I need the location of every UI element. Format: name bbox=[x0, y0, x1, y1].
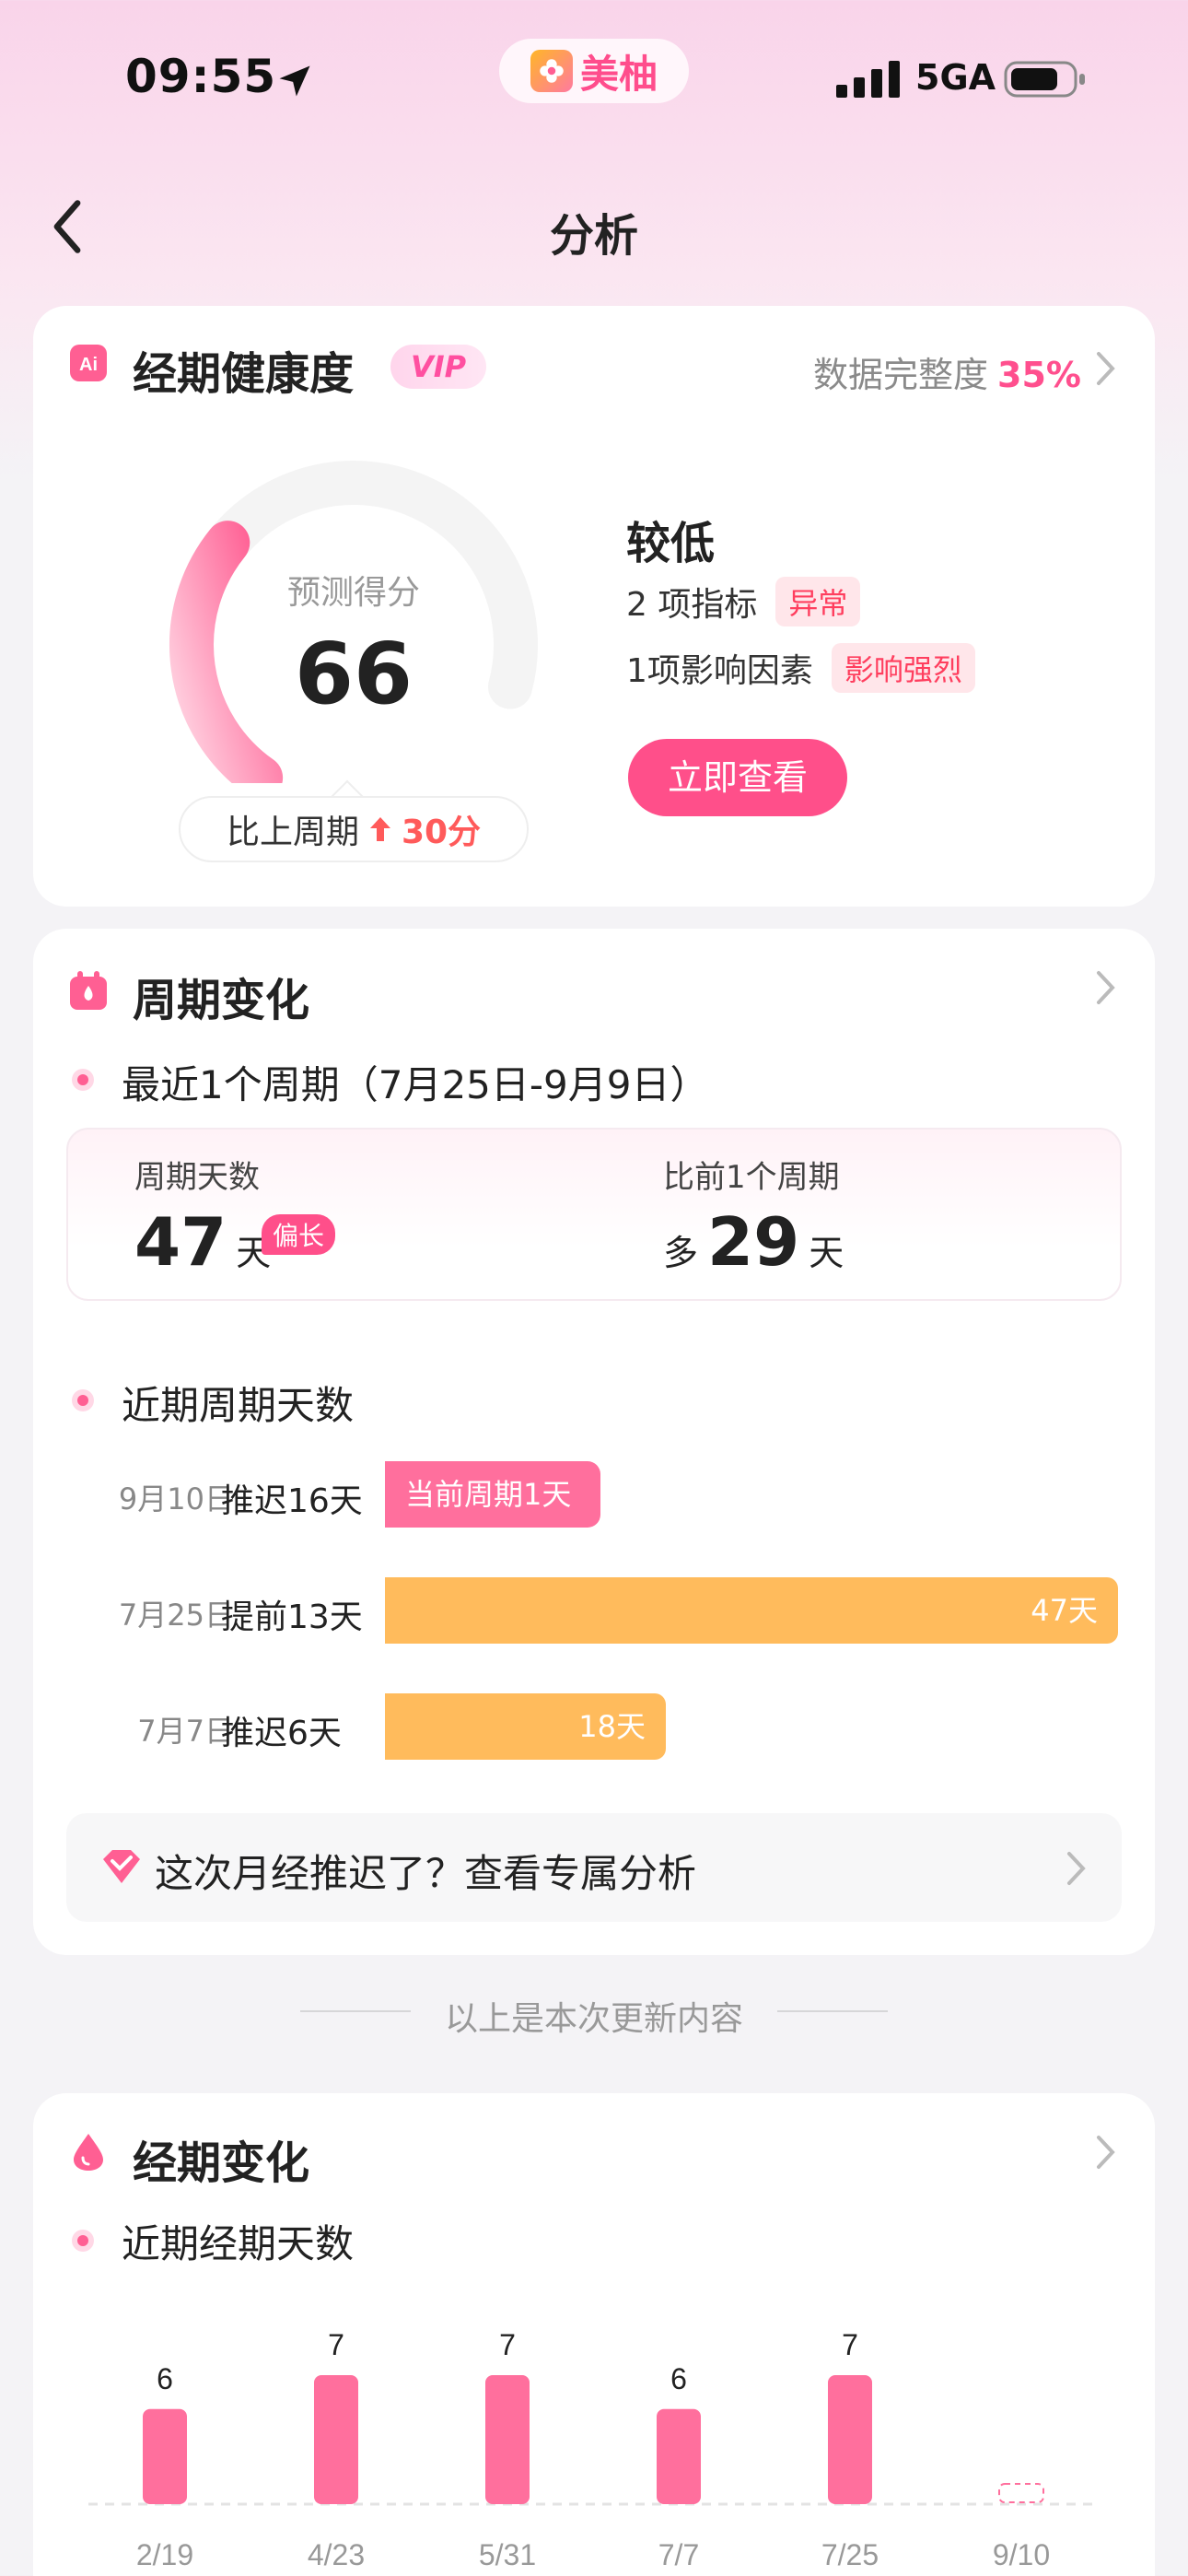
level-text: 较低 bbox=[626, 518, 716, 569]
period-x-label: 4/23 bbox=[308, 2538, 365, 2571]
compare-prefix: 多 bbox=[663, 1233, 699, 1273]
cycle-stat-box: 周期天数 47 天 偏长 比前1个周期 多 29 天 bbox=[66, 1128, 1122, 1301]
period-bar bbox=[828, 2375, 872, 2504]
cycle-note: 推迟6天 bbox=[221, 1715, 342, 1752]
compare-prev-value: 29 bbox=[707, 1203, 800, 1281]
ai-icon: Ai bbox=[70, 345, 107, 381]
current-cycle-bar: 当前周期1天 bbox=[385, 1461, 600, 1528]
svg-text:Ai: Ai bbox=[79, 355, 98, 375]
period-bar-value: 7 bbox=[842, 2328, 858, 2361]
bullet-dot bbox=[72, 1069, 94, 1091]
completeness-value: 35% bbox=[997, 355, 1081, 395]
period-bar-value: 6 bbox=[670, 2362, 687, 2395]
flower-icon bbox=[540, 59, 564, 83]
cycle-title: 周期变化 bbox=[133, 975, 310, 1026]
drop-icon bbox=[74, 2134, 103, 2171]
late-analysis-link[interactable]: 这次月经推迟了？查看专属分析 bbox=[66, 1813, 1122, 1922]
period-bar bbox=[657, 2408, 701, 2504]
indicator-tag: 异常 bbox=[775, 577, 861, 626]
period-x-label: 2/19 bbox=[136, 2538, 193, 2571]
vip-badge: VIP bbox=[390, 345, 486, 389]
arrow-up-icon bbox=[369, 817, 390, 841]
cycle-date: 7月25日 bbox=[118, 1598, 234, 1633]
days-value: 47 bbox=[134, 1203, 227, 1281]
period-card: 经期变化 近期经期天数 6 2/19 7 4/23 7 5/31 6 7/7 7 7/25 9/10… bbox=[33, 2093, 1155, 2576]
late-analysis-text: 这次月经推迟了？查看专属分析 bbox=[155, 1851, 697, 1896]
chevron-right-icon[interactable] bbox=[1094, 967, 1118, 1008]
battery-icon bbox=[1004, 61, 1085, 98]
cycle-bar: 47天 bbox=[385, 1577, 1118, 1644]
page-title: 分析 bbox=[549, 210, 638, 262]
signal-icon bbox=[836, 61, 900, 98]
compare-prev-stat: 多 29 天 bbox=[663, 1203, 844, 1281]
divider-line bbox=[777, 2010, 888, 2012]
completeness[interactable]: 数据完整度 35% bbox=[813, 346, 1081, 397]
network-label: 5GA bbox=[915, 57, 996, 98]
period-x-label: 9/10 bbox=[993, 2538, 1050, 2571]
period-x-label: 5/31 bbox=[479, 2538, 536, 2571]
diamond-heart-icon bbox=[103, 1850, 140, 1883]
period-title: 经期变化 bbox=[133, 2137, 310, 2189]
period-bar bbox=[485, 2375, 530, 2504]
factor-row: 1项影响因素 影响强烈 bbox=[626, 643, 975, 693]
cycle-row: 7月25日 提前13天 47天 bbox=[33, 1577, 1155, 1644]
cycle-bar: 18天 bbox=[385, 1693, 666, 1760]
chevron-right-icon[interactable] bbox=[1094, 348, 1118, 389]
indicator-row: 2 项指标 异常 bbox=[626, 577, 861, 626]
cycle-note: 推迟16天 bbox=[221, 1482, 363, 1520]
compare-value: 30分 bbox=[401, 814, 482, 851]
app-logo-icon bbox=[530, 50, 573, 92]
health-card: Ai 经期健康度 VIP 数据完整度 35% 预测得分 66 比上周期 30分 较… bbox=[33, 306, 1155, 907]
indicator-text: 2 项指标 bbox=[626, 586, 758, 624]
nav-bar: 分析 bbox=[0, 175, 1188, 276]
current-period-placeholder bbox=[998, 2483, 1044, 2503]
factor-tag: 影响强烈 bbox=[831, 643, 975, 693]
compare-label: 比上周期 bbox=[226, 814, 359, 851]
gauge-label: 预测得分 bbox=[286, 574, 420, 612]
cycle-note: 提前13天 bbox=[221, 1598, 363, 1636]
app-pill[interactable]: 美柚 bbox=[499, 39, 689, 103]
period-bar-value: 6 bbox=[157, 2362, 173, 2395]
cycle-date: 7月7日 bbox=[137, 1714, 234, 1749]
factor-text: 1项影响因素 bbox=[626, 652, 813, 690]
chevron-right-icon[interactable] bbox=[1094, 2132, 1118, 2172]
period-bar bbox=[314, 2375, 358, 2504]
view-now-button[interactable]: 立即查看 bbox=[628, 739, 847, 816]
location-arrow-icon bbox=[279, 65, 310, 97]
cycle-card: 周期变化 最近1个周期（7月25日-9月9日） 周期天数 47 天 偏长 比前1… bbox=[33, 929, 1155, 1955]
bullet-dot bbox=[72, 1389, 94, 1411]
recent-days-title: 近期周期天数 bbox=[122, 1383, 355, 1428]
compare-prev-unit: 天 bbox=[809, 1233, 844, 1273]
app-name: 美柚 bbox=[579, 51, 658, 97]
status-bar: 09:55 美柚 5GA bbox=[0, 0, 1188, 157]
cycle-row: 7月7日 推迟6天 18天 bbox=[33, 1693, 1155, 1760]
health-title: 经期健康度 bbox=[133, 348, 355, 400]
cycle-date: 9月10日 bbox=[118, 1481, 234, 1516]
days-stat: 47 天 bbox=[134, 1203, 271, 1281]
chevron-right-icon bbox=[1067, 1852, 1086, 1885]
period-bar-value: 7 bbox=[328, 2328, 344, 2361]
long-tag: 偏长 bbox=[262, 1214, 336, 1255]
update-divider: 以上是本次更新内容 bbox=[444, 2000, 743, 2038]
compare-pill: 比上周期 30分 bbox=[179, 796, 529, 862]
period-sub-title: 近期经期天数 bbox=[122, 2221, 355, 2266]
completeness-label: 数据完整度 bbox=[813, 355, 989, 395]
score-value: 66 bbox=[294, 625, 413, 723]
period-bar-value: 7 bbox=[499, 2328, 516, 2361]
compare-prev-label: 比前1个周期 bbox=[663, 1159, 840, 1196]
period-days-chart: 62/1974/2375/3167/777/259/10当前经期 bbox=[88, 2328, 1092, 2571]
period-x-label: 7/25 bbox=[821, 2538, 879, 2571]
calendar-icon bbox=[70, 971, 107, 1010]
period-x-label: 7/7 bbox=[658, 2538, 699, 2571]
period-bar bbox=[143, 2408, 187, 2504]
cycle-row: 9月10日 推迟16天 当前周期1天 bbox=[33, 1461, 1155, 1528]
bullet-dot bbox=[72, 2230, 94, 2252]
recent-cycle-title: 最近1个周期（7月25日-9月9日） bbox=[122, 1062, 709, 1107]
score-gauge bbox=[169, 461, 538, 783]
status-time: 09:55 bbox=[125, 50, 277, 103]
days-label: 周期天数 bbox=[134, 1159, 260, 1196]
